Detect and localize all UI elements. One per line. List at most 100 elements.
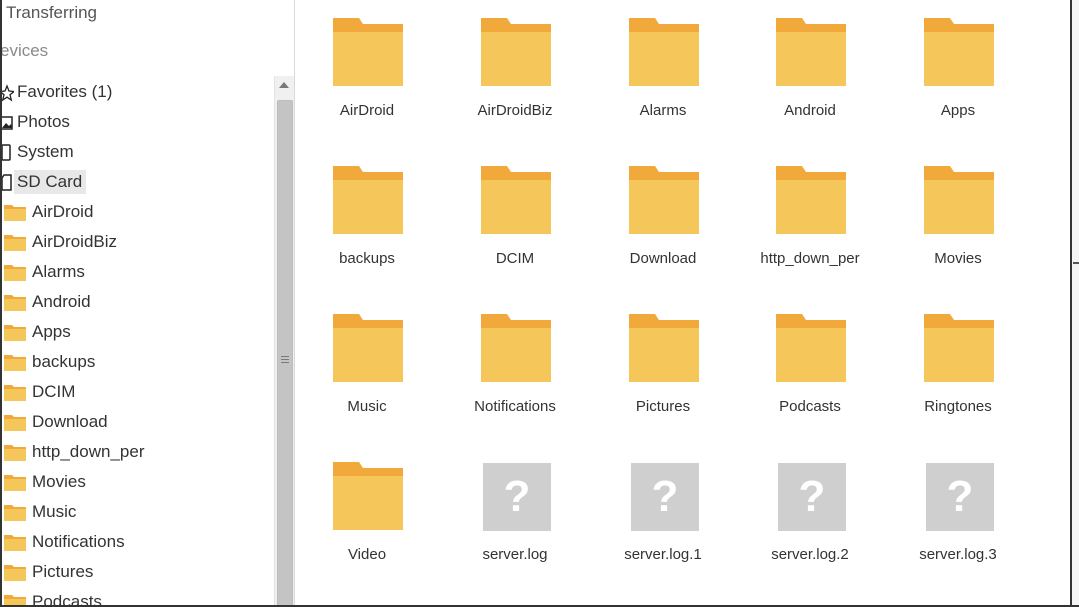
tree-folder-label: Android: [32, 292, 91, 311]
folder-icon: [4, 445, 26, 461]
folder-icon: [776, 166, 846, 234]
folder-icon: [4, 385, 26, 401]
scroll-thumb[interactable]: [277, 100, 293, 607]
grid-folder-download[interactable]: Download: [593, 148, 733, 288]
unknown-file-icon: ?: [631, 463, 699, 531]
unknown-file-icon: ?: [778, 463, 846, 531]
tree-folder-pictures[interactable]: Pictures: [4, 558, 93, 586]
tree-folder-dcim[interactable]: DCIM: [4, 378, 75, 406]
tree-folder-label: Notifications: [32, 532, 125, 551]
folder-icon: [333, 166, 403, 234]
grid-folder-podcasts[interactable]: Podcasts: [740, 296, 880, 436]
tree-folder-download[interactable]: Download: [4, 408, 108, 436]
folder-icon: [924, 166, 994, 234]
item-label: server.log.1: [624, 546, 702, 563]
folder-icon: [629, 18, 699, 86]
tree-folder-notifications[interactable]: Notifications: [4, 528, 125, 556]
grid-folder-movies[interactable]: Movies: [888, 148, 1028, 288]
tree-scrollbar[interactable]: [274, 76, 294, 607]
item-label: Android: [784, 102, 836, 119]
grid-file-server-log-1[interactable]: ? server.log.1: [593, 444, 733, 584]
left-window-edge: [0, 0, 2, 607]
sidebar-item-system[interactable]: System: [0, 138, 78, 166]
tree-folder-music[interactable]: Music: [4, 498, 76, 526]
grid-folder-android[interactable]: Android: [740, 0, 880, 140]
folder-icon: [4, 355, 26, 371]
grid-folder-backups[interactable]: backups: [297, 148, 437, 288]
tree-folder-airdroidbiz[interactable]: AirDroidBiz: [4, 228, 117, 256]
item-label: Music: [347, 398, 387, 415]
tree-folder-label: Pictures: [32, 562, 94, 581]
sd-card-icon: [0, 172, 14, 192]
grid-folder-notifications[interactable]: Notifications: [445, 296, 585, 436]
tree-folder-apps[interactable]: Apps: [4, 318, 71, 346]
folder-icon: [4, 535, 26, 551]
unknown-file-icon: ?: [926, 463, 994, 531]
folder-icon: [629, 314, 699, 382]
tree-folder-label: AirDroidBiz: [32, 232, 118, 251]
folder-icon: [924, 314, 994, 382]
folder-icon: [4, 505, 26, 521]
item-label: DCIM: [495, 250, 535, 267]
transferring-item[interactable]: Transferring: [6, 3, 97, 23]
item-label: Podcasts: [779, 398, 841, 415]
tree-folder-alarms[interactable]: Alarms: [4, 258, 85, 286]
tree-folder-label: backups: [32, 352, 96, 371]
right-scroll-marker: [1073, 262, 1079, 264]
tree-folder-label: http_down_per: [32, 442, 145, 461]
grid-file-server-log-3[interactable]: ? server.log.3: [888, 444, 1028, 584]
phone-icon: [0, 142, 14, 162]
sidebar-item-sd-card[interactable]: SD Card: [0, 168, 87, 196]
item-label: server.log: [482, 546, 548, 563]
grid-file-server-log-2[interactable]: ? server.log.2: [740, 444, 880, 584]
tree-folder-label: Alarms: [32, 262, 85, 281]
grid-folder-dcim[interactable]: DCIM: [445, 148, 585, 288]
grid-folder-music[interactable]: Music: [297, 296, 437, 436]
folder-icon: [4, 475, 26, 491]
star-icon: [0, 82, 16, 102]
item-label: Alarms: [639, 102, 687, 119]
tree-folder-airdroid[interactable]: AirDroid: [4, 198, 93, 226]
grid-folder-apps[interactable]: Apps: [888, 0, 1028, 140]
tree-folder-movies[interactable]: Movies: [4, 468, 86, 496]
sidebar-item-label: Photos: [17, 112, 70, 131]
sidebar-item-photos[interactable]: Photos: [0, 108, 74, 136]
item-label: Download: [629, 250, 697, 267]
tree-folder-backups[interactable]: backups: [4, 348, 95, 376]
folder-icon: [4, 205, 26, 221]
grid-folder-pictures[interactable]: Pictures: [593, 296, 733, 436]
tree-folder-android[interactable]: Android: [4, 288, 91, 316]
grid-folder-alarms[interactable]: Alarms: [593, 0, 733, 140]
item-label: Movies: [934, 250, 982, 267]
grid-folder-airdroid[interactable]: AirDroid: [297, 0, 437, 140]
grid-file-server-log[interactable]: ? server.log: [445, 444, 585, 584]
folder-icon: [924, 18, 994, 86]
right-window-edge: [1070, 0, 1079, 607]
devices-section-label: evices: [0, 41, 49, 60]
folder-icon: [776, 18, 846, 86]
folder-icon: [4, 565, 26, 581]
folder-icon: [4, 295, 26, 311]
sidebar-item-label: SD Card: [14, 170, 87, 194]
item-label: Video: [347, 546, 387, 563]
grid-folder-airdroidbiz[interactable]: AirDroidBiz: [445, 0, 585, 140]
folder-icon: [333, 18, 403, 86]
grip-icon: [281, 356, 289, 357]
file-grid: AirDroid AirDroidBiz Alarms Android Apps…: [295, 0, 1070, 607]
unknown-file-icon: ?: [483, 463, 551, 531]
tree-folder-label: Download: [32, 412, 108, 431]
item-label: server.log.2: [771, 546, 849, 563]
sidebar-item-favorites[interactable]: Favorites (1): [0, 78, 116, 106]
folder-icon: [776, 314, 846, 382]
grid-folder-video[interactable]: Video: [297, 444, 437, 584]
sidebar-item-label: Favorites (1): [17, 82, 113, 101]
scroll-up-arrow-icon[interactable]: [279, 82, 289, 88]
tree-folder-http-down-per[interactable]: http_down_per: [4, 438, 144, 466]
navigation-pane: Transferring evices Favorites (1) Photos…: [0, 0, 295, 607]
grid-folder-http-down-per[interactable]: http_down_per: [740, 148, 880, 288]
grid-folder-ringtones[interactable]: Ringtones: [888, 296, 1028, 436]
folder-tree: Favorites (1) Photos System SD Card AirD…: [0, 76, 275, 607]
folder-icon: [481, 166, 551, 234]
folder-icon: [629, 166, 699, 234]
folder-icon: [4, 325, 26, 341]
